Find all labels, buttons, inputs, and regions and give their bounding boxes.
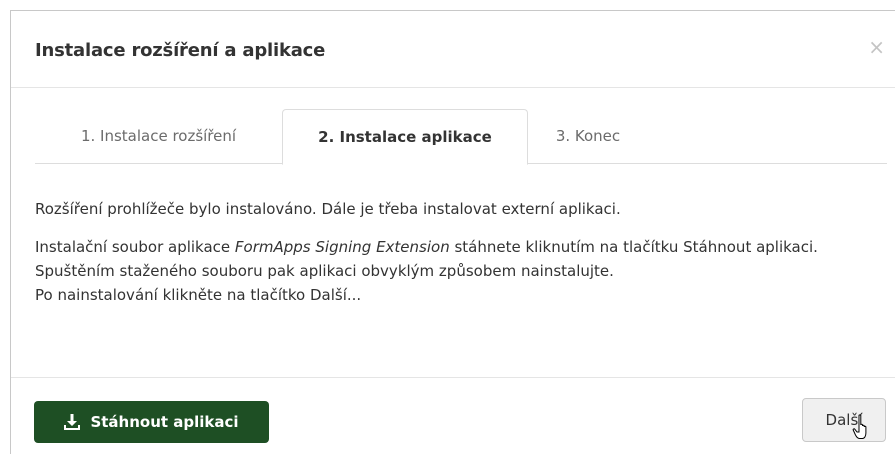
install-steps-tabs: 1. Instalace rozšíření 2. Instalace apli… [35,109,887,165]
next-step-text: Po nainstalování klikněte na tlačítko Da… [35,286,362,304]
download-application-button[interactable]: Stáhnout aplikaci [34,401,269,443]
install-dialog: Instalace rozšíření a aplikace × 1. Inst… [10,10,895,454]
tab-install-extension[interactable]: 1. Instalace rozšíření [35,109,282,164]
dialog-header: Instalace rozšíření a aplikace × [11,11,895,88]
dialog-title: Instalace rozšíření a aplikace [35,40,326,61]
tab-install-application[interactable]: 2. Instalace aplikace [282,109,528,165]
hand-pointer-icon [852,414,874,440]
dialog-body: Rozšíření prohlížeče bylo instalováno. D… [35,197,885,307]
extension-installed-text: Rozšíření prohlížeče bylo instalováno. D… [35,200,621,218]
application-name: FormApps Signing Extension [234,238,450,256]
instructions-text-start: Instalační soubor aplikace [35,238,235,256]
dialog-footer: Stáhnout aplikaci Další [11,377,895,455]
close-icon[interactable]: × [868,37,885,57]
download-button-label: Stáhnout aplikaci [90,413,239,431]
tab-finish[interactable]: 3. Konec [528,109,648,164]
download-icon [64,414,81,430]
instructions-text: Instalační soubor aplikace FormApps Sign… [35,235,885,283]
